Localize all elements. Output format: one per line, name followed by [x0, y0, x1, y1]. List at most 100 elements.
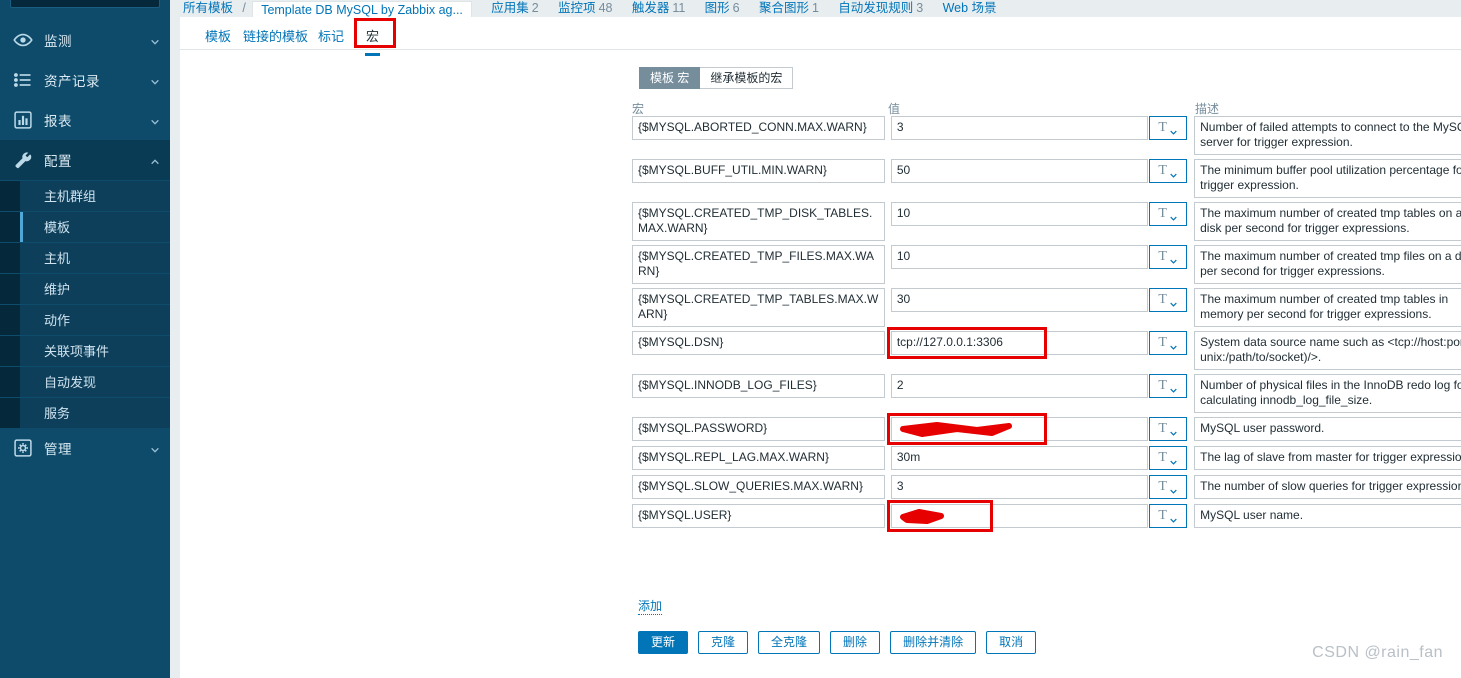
macro-description-input[interactable]: [1194, 202, 1461, 241]
full-clone-button[interactable]: 全克隆: [758, 631, 821, 654]
sidebar-item-discovery[interactable]: 自动发现: [0, 366, 170, 397]
text-type-icon: T: [1158, 335, 1167, 350]
macro-name-input[interactable]: [632, 446, 885, 470]
tab-linked-templates[interactable]: 链接的模板: [240, 24, 311, 47]
sidebar-item-actions[interactable]: 动作: [0, 304, 170, 335]
macro-description-input[interactable]: [1194, 159, 1461, 198]
value-type-cell: T: [1148, 374, 1189, 398]
delete-button[interactable]: 删除: [830, 631, 881, 654]
table-row: T移除: [632, 245, 1461, 284]
macro-name-input[interactable]: [632, 202, 885, 241]
sidebar-item-templates[interactable]: 模板: [0, 211, 170, 242]
object-tab-items[interactable]: 监控项 48: [558, 0, 612, 17]
breadcrumb-current-template[interactable]: Template DB MySQL by Zabbix ag...: [252, 1, 472, 17]
sidebar-item-monitoring[interactable]: 监测: [0, 20, 170, 60]
tab-macros[interactable]: 宏: [363, 24, 382, 56]
macro-name-input[interactable]: [632, 159, 885, 183]
macro-name-input[interactable]: [632, 374, 885, 398]
search-input[interactable]: [10, 0, 160, 8]
value-type-button[interactable]: T: [1148, 475, 1187, 499]
sidebar: 监测 资产记录 报表 配置 主机群组 模板 主机 维护 动作 关联项事件 自动发…: [0, 0, 170, 678]
macro-description-input[interactable]: [1194, 288, 1461, 327]
macro-value-input[interactable]: [890, 475, 1148, 499]
sidebar-item-host-groups[interactable]: 主机群组: [0, 180, 170, 211]
macro-name-input[interactable]: [632, 475, 885, 499]
text-type-icon: T: [1158, 378, 1167, 393]
object-tab-triggers[interactable]: 触发器 11: [632, 0, 686, 17]
object-tab-label: 自动发现规则: [838, 1, 914, 15]
toggle-template-macros[interactable]: 模板 宏: [639, 67, 701, 89]
macro-name-input[interactable]: [632, 331, 885, 355]
sidebar-item-inventory[interactable]: 资产记录: [0, 60, 170, 100]
sidebar-item-hosts[interactable]: 主机: [0, 242, 170, 273]
sidebar-item-services[interactable]: 服务: [0, 397, 170, 428]
toggle-inherited-macros[interactable]: 继承模板的宏: [700, 67, 794, 89]
macro-description-input[interactable]: [1194, 245, 1461, 284]
sidebar-item-label: 监测: [44, 34, 72, 49]
object-tab-screens[interactable]: 聚合图形 1: [759, 0, 819, 17]
macro-description-input[interactable]: [1194, 331, 1461, 370]
cancel-button[interactable]: 取消: [986, 631, 1037, 654]
macro-value-input[interactable]: [890, 245, 1148, 269]
macro-value-input[interactable]: [890, 116, 1148, 140]
macro-value-cell: [890, 475, 1148, 499]
macro-description-cell: [1194, 116, 1461, 155]
value-type-button[interactable]: T: [1148, 331, 1187, 355]
value-type-button[interactable]: T: [1148, 446, 1187, 470]
macro-value-input[interactable]: [890, 202, 1148, 226]
object-tab-web-scenarios[interactable]: Web 场景: [943, 0, 997, 17]
value-type-button[interactable]: T: [1148, 202, 1187, 226]
macro-name-input[interactable]: [632, 116, 885, 140]
macro-value-input[interactable]: [890, 417, 1148, 441]
macro-value-input[interactable]: [890, 331, 1148, 355]
breadcrumb-all-templates[interactable]: 所有模板: [180, 0, 236, 17]
clone-button[interactable]: 克隆: [698, 631, 749, 654]
object-tab-label: 聚合图形: [758, 1, 809, 15]
value-type-button[interactable]: T: [1148, 245, 1187, 269]
macro-value-input[interactable]: [890, 504, 1148, 528]
chevron-down-icon: [1170, 340, 1177, 350]
value-type-button[interactable]: T: [1148, 159, 1187, 183]
value-type-cell: T: [1148, 446, 1189, 470]
macro-description-input[interactable]: [1194, 475, 1461, 499]
macro-value-cell: [886, 327, 1148, 359]
macro-name-input[interactable]: [632, 288, 885, 327]
sidebar-item-configuration[interactable]: 配置: [0, 140, 170, 180]
sidebar-search[interactable]: [10, 0, 160, 8]
object-tab-applications[interactable]: 应用集 2: [491, 0, 538, 17]
add-macro-link[interactable]: 添加: [638, 597, 663, 615]
object-tab-graphs[interactable]: 图形 6: [705, 0, 740, 17]
macro-description-input[interactable]: [1194, 504, 1461, 528]
macro-description-cell: [1194, 446, 1461, 470]
macro-name-input[interactable]: [632, 245, 885, 284]
sidebar-item-reports[interactable]: 报表: [0, 100, 170, 140]
value-type-button[interactable]: T: [1148, 288, 1187, 312]
tab-tags[interactable]: 标记: [315, 24, 347, 47]
sidebar-subitem-label: 动作: [44, 313, 71, 328]
macro-name-input[interactable]: [632, 504, 885, 528]
macro-value-input[interactable]: [890, 446, 1148, 470]
tab-template[interactable]: 模板: [202, 24, 234, 47]
value-type-button[interactable]: T: [1148, 374, 1187, 398]
sidebar-item-correlation[interactable]: 关联项事件: [0, 335, 170, 366]
macro-value-input[interactable]: [890, 159, 1148, 183]
sidebar-item-administration[interactable]: 管理: [0, 428, 170, 468]
macro-description-input[interactable]: [1194, 374, 1461, 413]
eye-icon: [12, 29, 34, 51]
value-type-button[interactable]: T: [1148, 116, 1187, 140]
update-button[interactable]: 更新: [638, 631, 689, 654]
macro-name-input[interactable]: [632, 417, 885, 441]
macro-description-input[interactable]: [1194, 116, 1461, 155]
value-type-button[interactable]: T: [1148, 504, 1187, 528]
macro-value-cell: [890, 245, 1148, 269]
macro-value-input[interactable]: [890, 374, 1148, 398]
value-type-button[interactable]: T: [1148, 417, 1187, 441]
chevron-down-icon: [1170, 125, 1177, 135]
macro-value-input[interactable]: [890, 288, 1148, 312]
object-tab-discovery-rules[interactable]: 自动发现规则 3: [838, 0, 923, 17]
macro-description-input[interactable]: [1194, 446, 1461, 470]
chevron-down-icon: [1170, 254, 1177, 264]
macro-description-input[interactable]: [1194, 417, 1461, 441]
delete-and-clear-button[interactable]: 删除并清除: [890, 631, 977, 654]
sidebar-item-maintenance[interactable]: 维护: [0, 273, 170, 304]
